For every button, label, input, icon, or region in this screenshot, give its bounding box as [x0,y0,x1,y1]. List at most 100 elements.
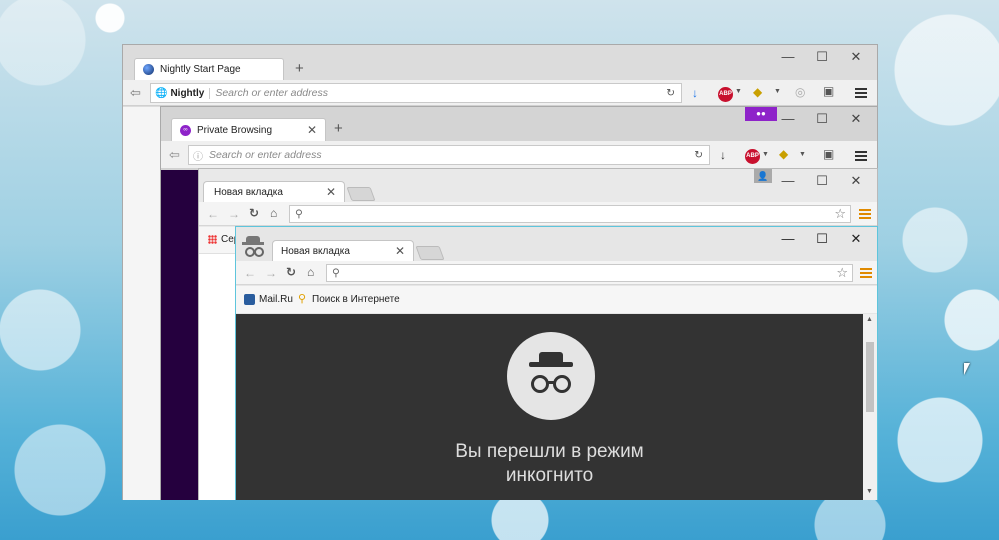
star-icon[interactable]: ☆ [834,206,846,222]
scroll-up-icon[interactable]: ▲ [866,316,873,323]
new-tab-button[interactable]: + [295,61,304,76]
search-icon: ⚲ [332,267,340,279]
chrome-window-controls: — ☐ ✕ [771,173,873,189]
chrome-omnibox[interactable]: ⚲ ☆ [289,205,851,223]
nightly-toolbar: ⇦ 🌐 Nightly Search or enter address ↻ ↓ … [123,80,877,106]
maximize-button[interactable]: ☐ [805,231,839,247]
extension-icon[interactable]: ◆ [779,148,788,160]
maximize-button[interactable]: ☐ [805,111,839,127]
reload-icon[interactable]: ↻ [666,87,675,99]
url-placeholder: Search or enter address [209,149,322,161]
maximize-button[interactable]: ☐ [805,49,839,65]
private-toolbar: ⇦ ⓘ Search or enter address ↻ ↓ ABP ▼ ◆ … [161,141,877,169]
incognito-tab[interactable]: Новая вкладка ✕ [272,240,414,261]
menu-icon[interactable] [859,207,871,221]
close-tab-icon[interactable]: ✕ [326,185,336,199]
scroll-thumb[interactable] [866,342,874,412]
globe-icon [143,64,154,75]
mailru-icon [244,294,255,305]
url-placeholder: Search or enter address [215,87,328,99]
close-tab-icon[interactable]: ✕ [395,244,405,258]
back-icon[interactable]: ← [207,208,219,220]
new-tab-button[interactable] [346,187,376,201]
chrome-tab[interactable]: Новая вкладка ✕ [203,181,345,202]
identity-label: Nightly [170,87,211,99]
private-tab[interactable]: ∞ Private Browsing ✕ [171,118,326,141]
chevron-down-icon[interactable]: ▼ [774,88,781,95]
extension-icon[interactable]: ◆ [753,86,762,98]
screenshot-icon[interactable]: ▣ [823,85,834,97]
mask-icon: ∞ [180,124,191,136]
close-button[interactable]: ✕ [839,49,873,65]
home-icon[interactable]: ⌂ [270,207,277,219]
maximize-button[interactable]: ☐ [805,173,839,189]
bookmark-mailru[interactable]: Mail.Ru [259,294,293,305]
chrome-toolbar: ← → ↻ ⌂ ⚲ ☆ [199,202,877,226]
minimize-button[interactable]: — [771,49,805,65]
new-tab-button[interactable] [415,246,445,260]
incognito-avatar-icon [240,234,266,258]
reload-icon[interactable]: ↻ [694,149,703,161]
back-icon[interactable]: ⇦ [130,86,141,99]
close-tab-icon[interactable]: ✕ [307,123,317,137]
incognito-toolbar: ← → ↻ ⌂ ⚲ ☆ [236,261,877,285]
nightly-content [123,107,161,500]
reload-icon[interactable]: ↻ [249,207,259,219]
download-icon[interactable]: ↓ [720,149,726,161]
adblock-icon[interactable]: ABP [718,85,733,102]
info-icon: ⓘ [193,151,203,163]
search-icon: ⚲ [295,208,303,220]
tab-title: Новая вкладка [214,186,283,198]
heading-line-2: инкогнито [505,465,594,486]
menu-icon[interactable] [860,266,872,280]
scroll-down-icon[interactable]: ▼ [866,488,873,495]
chevron-down-icon[interactable]: ▼ [762,151,769,158]
profile-icon: 👤 [754,169,772,183]
nightly-window-controls: — ☐ ✕ [771,49,873,65]
chevron-down-icon[interactable]: ▼ [799,151,806,158]
identity-globe-icon: 🌐 [155,87,168,99]
pocket-icon[interactable]: ◎ [795,86,805,98]
back-icon[interactable]: ⇦ [169,148,180,161]
menu-icon[interactable] [855,149,867,163]
star-icon[interactable]: ☆ [836,265,848,281]
incognito-omnibox[interactable]: ⚲ ☆ [326,264,853,282]
apps-icon[interactable] [208,235,217,244]
incognito-window: — ☐ ✕ Новая вкладка ✕ ← → ↻ ⌂ ⚲ ☆ Mail.R… [235,226,878,500]
minimize-button[interactable]: — [771,231,805,247]
heading-line-1: Вы перешли в режим [455,441,644,462]
close-button[interactable]: ✕ [839,231,873,247]
forward-icon[interactable]: → [228,208,240,220]
private-urlbar[interactable]: ⓘ Search or enter address ↻ [188,145,710,165]
mouse-cursor-icon [964,363,970,375]
incognito-hero-icon [507,332,595,420]
menu-icon[interactable] [855,86,867,100]
close-button[interactable]: ✕ [839,173,873,189]
private-window-controls: — ☐ ✕ [771,111,873,127]
incognito-heading: Вы перешли в режим инкогнито [236,440,863,488]
search-bookmark-icon: ⚲ [298,293,307,305]
home-icon[interactable]: ⌂ [307,266,314,278]
download-icon[interactable]: ↓ [692,87,698,99]
nightly-urlbar[interactable]: 🌐 Nightly Search or enter address ↻ [150,83,682,103]
adblock-icon[interactable]: ABP [745,147,760,164]
tab-title: Private Browsing [197,124,273,136]
incognito-page: Вы перешли в режим инкогнито [236,314,863,500]
private-sidebar [161,170,199,500]
tab-title: Новая вкладка [281,245,350,257]
close-button[interactable]: ✕ [839,111,873,127]
reload-icon[interactable]: ↻ [286,266,296,278]
tab-title: Nightly Start Page [160,64,241,75]
minimize-button[interactable]: — [771,173,805,189]
bookmark-search[interactable]: Поиск в Интернете [312,294,400,305]
forward-icon[interactable]: → [265,267,277,279]
scrollbar[interactable]: ▲ ▼ [863,314,877,500]
nightly-tab[interactable]: Nightly Start Page [134,58,284,80]
screenshot-icon[interactable]: ▣ [823,148,834,160]
incognito-bookmarks-bar: Mail.Ru ⚲ Поиск в Интернете [236,286,877,313]
incognito-window-controls: — ☐ ✕ [771,231,873,247]
back-icon[interactable]: ← [244,267,256,279]
minimize-button[interactable]: — [771,111,805,127]
chevron-down-icon[interactable]: ▼ [735,88,742,95]
new-tab-button[interactable]: + [334,121,343,136]
